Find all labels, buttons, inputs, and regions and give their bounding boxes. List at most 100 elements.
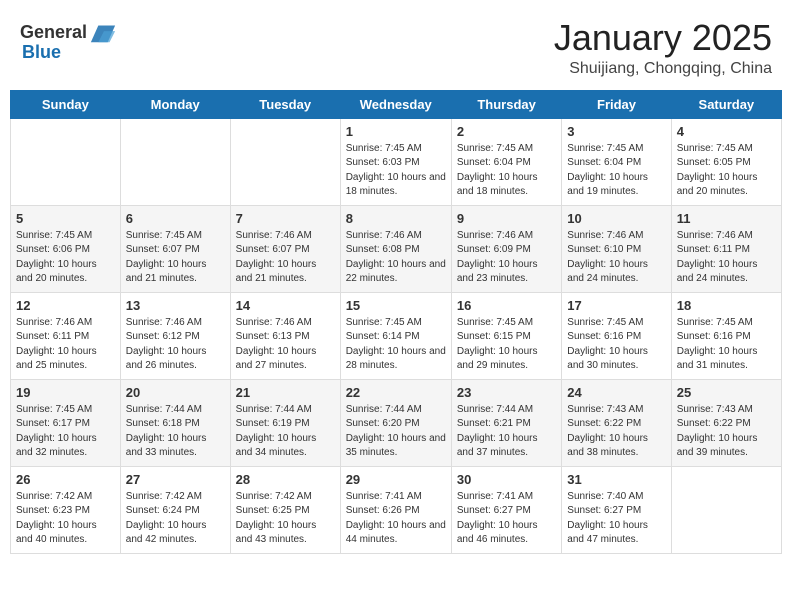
month-title: January 2025: [554, 18, 772, 58]
day-number: 9: [457, 211, 556, 226]
title-block: January 2025 Shuijiang, Chongqing, China: [554, 18, 772, 78]
table-row: 10 Sunrise: 7:46 AMSunset: 6:10 PMDayligh…: [562, 205, 671, 292]
table-row: 6 Sunrise: 7:45 AMSunset: 6:07 PMDaylight…: [120, 205, 230, 292]
day-number: 14: [236, 298, 335, 313]
day-number: 16: [457, 298, 556, 313]
page-header: General Blue January 2025 Shuijiang, Cho…: [10, 10, 782, 90]
day-number: 6: [126, 211, 225, 226]
logo: General Blue: [20, 18, 117, 63]
logo-icon: [89, 18, 117, 46]
header-saturday: Saturday: [671, 90, 781, 118]
table-row: 26 Sunrise: 7:42 AMSunset: 6:23 PMDayligh…: [11, 466, 121, 553]
day-info: Sunrise: 7:46 AMSunset: 6:13 PMDaylight:…: [236, 316, 335, 374]
table-row: 24 Sunrise: 7:43 AMSunset: 6:22 PMDayligh…: [562, 379, 671, 466]
day-info: Sunrise: 7:45 AMSunset: 6:04 PMDaylight:…: [457, 142, 556, 200]
table-row: 3 Sunrise: 7:45 AMSunset: 6:04 PMDaylight…: [562, 118, 671, 205]
header-sunday: Sunday: [11, 90, 121, 118]
day-info: Sunrise: 7:45 AMSunset: 6:05 PMDaylight:…: [677, 142, 776, 200]
day-number: 21: [236, 385, 335, 400]
table-row: 31 Sunrise: 7:40 AMSunset: 6:27 PMDayligh…: [562, 466, 671, 553]
calendar-table: Sunday Monday Tuesday Wednesday Thursday…: [10, 90, 782, 554]
day-number: 12: [16, 298, 115, 313]
weekday-header-row: Sunday Monday Tuesday Wednesday Thursday…: [11, 90, 782, 118]
day-info: Sunrise: 7:44 AMSunset: 6:21 PMDaylight:…: [457, 403, 556, 461]
day-info: Sunrise: 7:43 AMSunset: 6:22 PMDaylight:…: [567, 403, 665, 461]
day-info: Sunrise: 7:41 AMSunset: 6:27 PMDaylight:…: [457, 490, 556, 548]
day-info: Sunrise: 7:45 AMSunset: 6:07 PMDaylight:…: [126, 229, 225, 287]
table-row: 12 Sunrise: 7:46 AMSunset: 6:11 PMDayligh…: [11, 292, 121, 379]
day-info: Sunrise: 7:42 AMSunset: 6:23 PMDaylight:…: [16, 490, 115, 548]
logo-blue-text: Blue: [22, 42, 61, 63]
day-info: Sunrise: 7:45 AMSunset: 6:16 PMDaylight:…: [677, 316, 776, 374]
table-row: 11 Sunrise: 7:46 AMSunset: 6:11 PMDayligh…: [671, 205, 781, 292]
calendar-week-1: 1 Sunrise: 7:45 AMSunset: 6:03 PMDaylight…: [11, 118, 782, 205]
day-number: 2: [457, 124, 556, 139]
day-number: 17: [567, 298, 665, 313]
table-row: 8Sunrise: 7:46 AMSunset: 6:08 PMDaylight…: [340, 205, 451, 292]
day-number: 25: [677, 385, 776, 400]
calendar-week-3: 12 Sunrise: 7:46 AMSunset: 6:11 PMDayligh…: [11, 292, 782, 379]
table-row: 17Sunrise: 7:45 AMSunset: 6:16 PMDayligh…: [562, 292, 671, 379]
table-row: 15Sunrise: 7:45 AMSunset: 6:14 PMDayligh…: [340, 292, 451, 379]
day-info: Sunrise: 7:42 AMSunset: 6:24 PMDaylight:…: [126, 490, 225, 548]
table-row: [11, 118, 121, 205]
table-row: 9Sunrise: 7:46 AMSunset: 6:09 PMDaylight…: [451, 205, 561, 292]
location-title: Shuijiang, Chongqing, China: [554, 60, 772, 78]
day-number: 19: [16, 385, 115, 400]
table-row: 21 Sunrise: 7:44 AMSunset: 6:19 PMDayligh…: [230, 379, 340, 466]
table-row: 5Sunrise: 7:45 AMSunset: 6:06 PMDaylight…: [11, 205, 121, 292]
day-info: Sunrise: 7:40 AMSunset: 6:27 PMDaylight:…: [567, 490, 665, 548]
table-row: 14 Sunrise: 7:46 AMSunset: 6:13 PMDayligh…: [230, 292, 340, 379]
table-row: 7Sunrise: 7:46 AMSunset: 6:07 PMDaylight…: [230, 205, 340, 292]
day-number: 18: [677, 298, 776, 313]
day-number: 20: [126, 385, 225, 400]
header-thursday: Thursday: [451, 90, 561, 118]
day-info: Sunrise: 7:44 AMSunset: 6:18 PMDaylight:…: [126, 403, 225, 461]
table-row: 19 Sunrise: 7:45 AMSunset: 6:17 PMDayligh…: [11, 379, 121, 466]
calendar-week-5: 26 Sunrise: 7:42 AMSunset: 6:23 PMDayligh…: [11, 466, 782, 553]
table-row: [230, 118, 340, 205]
day-info: Sunrise: 7:45 AMSunset: 6:04 PMDaylight:…: [567, 142, 665, 200]
day-info: Sunrise: 7:45 AMSunset: 6:14 PMDaylight:…: [346, 316, 446, 374]
day-number: 7: [236, 211, 335, 226]
day-info: Sunrise: 7:42 AMSunset: 6:25 PMDaylight:…: [236, 490, 335, 548]
day-number: 29: [346, 472, 446, 487]
table-row: 22Sunrise: 7:44 AMSunset: 6:20 PMDayligh…: [340, 379, 451, 466]
table-row: 30Sunrise: 7:41 AMSunset: 6:27 PMDayligh…: [451, 466, 561, 553]
table-row: 27Sunrise: 7:42 AMSunset: 6:24 PMDayligh…: [120, 466, 230, 553]
day-info: Sunrise: 7:45 AMSunset: 6:17 PMDaylight:…: [16, 403, 115, 461]
day-number: 26: [16, 472, 115, 487]
table-row: [671, 466, 781, 553]
day-number: 28: [236, 472, 335, 487]
day-info: Sunrise: 7:46 AMSunset: 6:10 PMDaylight:…: [567, 229, 665, 287]
header-tuesday: Tuesday: [230, 90, 340, 118]
day-number: 31: [567, 472, 665, 487]
day-number: 11: [677, 211, 776, 226]
table-row: 18 Sunrise: 7:45 AMSunset: 6:16 PMDayligh…: [671, 292, 781, 379]
header-friday: Friday: [562, 90, 671, 118]
table-row: 28 Sunrise: 7:42 AMSunset: 6:25 PMDayligh…: [230, 466, 340, 553]
day-number: 13: [126, 298, 225, 313]
table-row: 4 Sunrise: 7:45 AMSunset: 6:05 PMDaylight…: [671, 118, 781, 205]
day-info: Sunrise: 7:45 AMSunset: 6:03 PMDaylight:…: [346, 142, 446, 200]
day-number: 3: [567, 124, 665, 139]
calendar-week-4: 19 Sunrise: 7:45 AMSunset: 6:17 PMDayligh…: [11, 379, 782, 466]
day-number: 4: [677, 124, 776, 139]
day-number: 24: [567, 385, 665, 400]
day-number: 1: [346, 124, 446, 139]
day-info: Sunrise: 7:44 AMSunset: 6:19 PMDaylight:…: [236, 403, 335, 461]
day-number: 8: [346, 211, 446, 226]
day-info: Sunrise: 7:46 AMSunset: 6:12 PMDaylight:…: [126, 316, 225, 374]
table-row: 23 Sunrise: 7:44 AMSunset: 6:21 PMDayligh…: [451, 379, 561, 466]
table-row: 1 Sunrise: 7:45 AMSunset: 6:03 PMDaylight…: [340, 118, 451, 205]
table-row: 29 Sunrise: 7:41 AMSunset: 6:26 PMDayligh…: [340, 466, 451, 553]
day-number: 23: [457, 385, 556, 400]
day-info: Sunrise: 7:41 AMSunset: 6:26 PMDaylight:…: [346, 490, 446, 548]
header-wednesday: Wednesday: [340, 90, 451, 118]
day-info: Sunrise: 7:46 AMSunset: 6:11 PMDaylight:…: [677, 229, 776, 287]
header-monday: Monday: [120, 90, 230, 118]
day-info: Sunrise: 7:43 AMSunset: 6:22 PMDaylight:…: [677, 403, 776, 461]
day-info: Sunrise: 7:46 AMSunset: 6:11 PMDaylight:…: [16, 316, 115, 374]
day-number: 5: [16, 211, 115, 226]
day-number: 10: [567, 211, 665, 226]
